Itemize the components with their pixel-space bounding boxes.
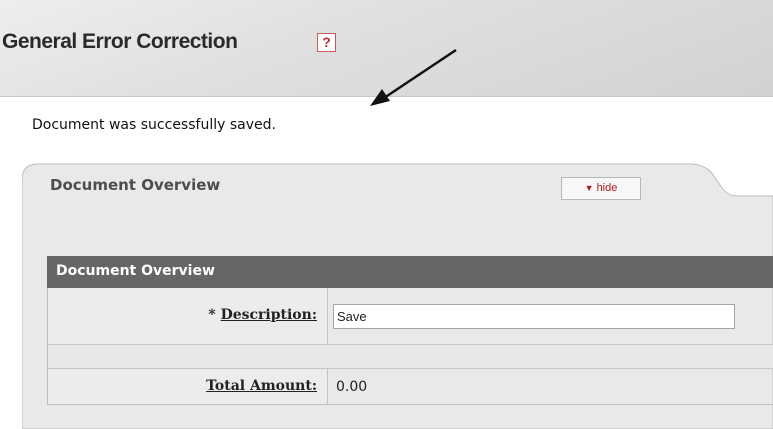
description-label-link[interactable]: Description: [221,307,317,323]
status-message: Document was successfully saved. [32,117,276,133]
page-header: General Error Correction ? [0,0,773,106]
description-label: * Description: [208,307,317,323]
hide-toggle-button[interactable]: ▼ hide [561,177,641,200]
description-input[interactable]: Save [333,304,735,329]
document-overview-grid: * Description: Save Total Amount: 0.00 [47,288,773,405]
grid-bottom-border [47,404,773,405]
caret-down-icon: ▼ [584,183,594,193]
description-label-cell: * Description: [48,288,328,344]
description-row: * Description: Save [48,288,773,345]
required-marker: * [208,307,216,323]
total-amount-label-link[interactable]: Total Amount: [206,378,317,394]
total-amount-label-cell: Total Amount: [48,369,328,405]
section-title: Document Overview [56,263,215,279]
help-icon[interactable]: ? [317,33,336,52]
hide-toggle-label: hide [596,182,618,194]
spacer-row [48,345,773,369]
annotation-arrow [370,48,457,106]
total-amount-row: Total Amount: 0.00 [48,369,773,405]
total-amount-value: 0.00 [336,379,368,395]
tab-document-overview[interactable]: Document Overview [50,176,220,194]
page-title: General Error Correction [2,30,238,53]
total-amount-label: Total Amount: [206,378,317,394]
